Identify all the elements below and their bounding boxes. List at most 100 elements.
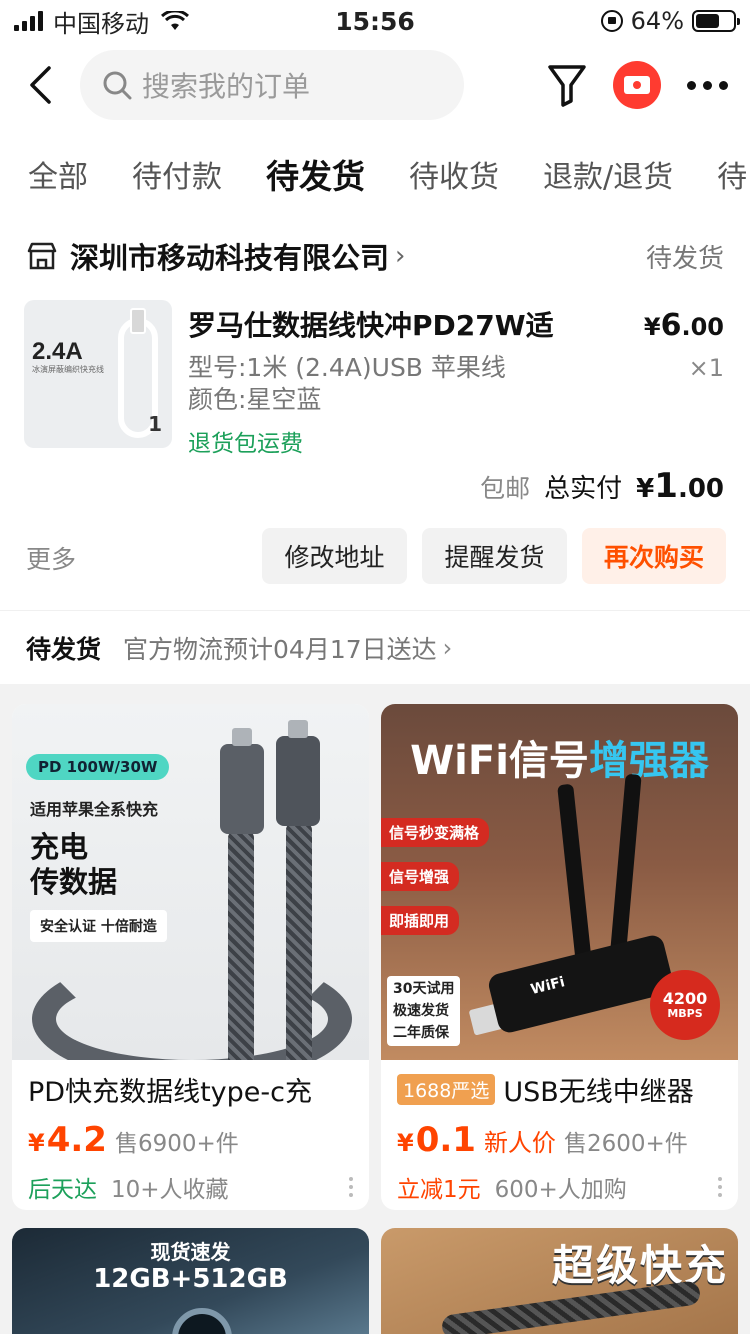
product-footer: 后天达 10+人收藏 — [28, 1170, 353, 1204]
total-currency: ¥ — [636, 474, 655, 504]
image-tag: 信号秒变满格 — [381, 818, 490, 847]
tab-pending-review[interactable]: 待 — [717, 152, 747, 196]
search-icon — [103, 71, 132, 100]
image-headline-a: WiFi信号 — [410, 738, 589, 784]
cable-graphic — [228, 830, 254, 1060]
signal-icon — [14, 11, 43, 31]
shop-row[interactable]: 深圳市移动科技有限公司 › 待发货 — [26, 234, 724, 278]
image-headline: WiFi信号增强器 — [381, 728, 738, 786]
speed-badge: 4200 MBPS — [650, 970, 720, 1040]
order-card: 深圳市移动科技有限公司 › 待发货 2.4A 冰演屏蔽编织快充线 1 罗马仕数据… — [0, 220, 750, 610]
filter-icon[interactable] — [547, 63, 587, 107]
image-text: 安全认证 十倍耐造 — [30, 910, 167, 942]
more-options-icon[interactable] — [687, 80, 728, 90]
product-spec-color: 颜色:星空蓝 — [188, 385, 322, 414]
thumb-text: 2.4A — [32, 338, 83, 365]
price-int: 6 — [660, 308, 682, 343]
remind-ship-button[interactable]: 提醒发货 — [422, 528, 567, 584]
back-button[interactable] — [0, 42, 80, 128]
more-options-icon[interactable] — [349, 1177, 353, 1197]
tab-all[interactable]: 全部 — [28, 152, 88, 196]
product-title-text: PD快充数据线type-c充 — [28, 1077, 312, 1108]
discount-tag: 立减1元 — [397, 1177, 481, 1203]
cart-count: 600+人加购 — [494, 1177, 627, 1203]
search-input[interactable]: 搜索我的订单 — [80, 50, 464, 120]
red-packet-icon[interactable] — [613, 61, 661, 109]
product-title: PD快充数据线type-c充 — [28, 1070, 312, 1109]
product-footer: 立减1元 600+人加购 — [397, 1170, 722, 1204]
logistics-text: 官方物流预计04月17日送达 — [123, 634, 437, 664]
more-options-icon[interactable] — [718, 1177, 722, 1197]
plug-graphic — [130, 308, 146, 334]
recommend-card[interactable]: WiFi信号增强器 信号秒变满格 信号增强 即插即用 WiFi 30天试用 极速… — [381, 704, 738, 1210]
product-image: PD 100W/30W 适用苹果全系快充 充电 传数据 安全认证 十倍耐造 — [12, 704, 369, 1060]
price-currency: ¥ — [643, 313, 661, 341]
rotation-lock-icon — [600, 10, 623, 32]
buy-again-button[interactable]: 再次购买 — [582, 528, 726, 584]
product-title-text: USB无线中继器 — [503, 1077, 694, 1108]
image-headline: 12GB+512GB — [93, 1264, 288, 1294]
tab-pending-receipt[interactable]: 待收货 — [409, 152, 499, 196]
product-price: ¥ 0.1 新人价 售2600+件 — [397, 1120, 688, 1160]
recommend-card[interactable]: 超级快充 — [381, 1228, 738, 1334]
product-title: 1688严选 USB无线中继器 — [397, 1070, 694, 1109]
speed-unit: MBPS — [667, 1006, 703, 1020]
chevron-right-icon: › — [442, 633, 453, 662]
image-tag: 即插即用 — [381, 906, 460, 935]
favorites-count: 10+人收藏 — [111, 1177, 229, 1203]
plug-graphic — [220, 728, 264, 834]
modify-address-button[interactable]: 修改地址 — [262, 528, 407, 584]
source-badge: 1688严选 — [397, 1074, 496, 1105]
thumb-number: 1 — [148, 412, 162, 436]
order-tabs: 全部 待付款 待发货 待收货 退款/退货 待 — [0, 128, 750, 220]
total-amount: ¥1.00 — [636, 466, 724, 506]
logistics-status: 待发货 — [26, 634, 102, 664]
image-text: 适用苹果全系快充 — [30, 800, 159, 819]
price-dec: .00 — [681, 313, 724, 341]
price-currency: ¥ — [397, 1129, 414, 1157]
new-user-price-label: 新人价 — [483, 1129, 556, 1157]
order-status: 待发货 — [645, 243, 724, 274]
recommend-card[interactable]: 现货速发 12GB+512GB — [12, 1228, 369, 1334]
thumb-subtext: 冰演屏蔽编织快充线 — [32, 365, 104, 374]
delivery-tag: 后天达 — [28, 1177, 97, 1203]
antenna-graphic — [557, 783, 593, 975]
carrier-label: 中国移动 — [53, 9, 149, 38]
camera-graphic — [172, 1308, 232, 1334]
clock: 15:56 — [335, 6, 415, 36]
product-price: ¥ 4.2 售6900+件 — [28, 1120, 239, 1160]
shipping-label: 包邮 — [480, 474, 531, 503]
header: 搜索我的订单 — [0, 42, 750, 128]
price-value: 4.2 — [46, 1120, 107, 1160]
product-spec-model: 型号:1米 (2.4A)USB 苹果线 — [188, 353, 506, 382]
status-bar: 中国移动 15:56 64% — [0, 0, 750, 42]
recommend-card[interactable]: PD 100W/30W 适用苹果全系快充 充电 传数据 安全认证 十倍耐造 PD… — [12, 704, 369, 1210]
device-label: WiFi — [529, 974, 567, 999]
shop-name: 深圳市移动科技有限公司 — [70, 241, 390, 275]
search-placeholder: 搜索我的订单 — [142, 70, 311, 103]
image-side-text: 30天试用 极速发货 二年质保 — [387, 976, 461, 1046]
tab-refund[interactable]: 退款/退货 — [543, 152, 673, 196]
wifi-icon — [161, 11, 189, 30]
tab-pending-shipment[interactable]: 待发货 — [266, 150, 365, 198]
total-dec: .00 — [677, 474, 724, 504]
image-text: 现货速发 — [150, 1240, 231, 1264]
cable-graphic — [286, 822, 312, 1060]
product-image: WiFi信号增强器 信号秒变满格 信号增强 即插即用 WiFi 30天试用 极速… — [381, 704, 738, 1060]
logistics-row[interactable]: 待发货 官方物流预计04月17日送达 › — [0, 610, 750, 684]
image-tag: 信号增强 — [381, 862, 460, 891]
chevron-right-icon: › — [395, 241, 406, 271]
total-label: 总实付 — [544, 474, 623, 504]
price-value: 0.1 — [415, 1120, 476, 1160]
chevron-left-icon — [30, 66, 51, 104]
image-pill: PD 100W/30W — [26, 754, 170, 780]
plug-graphic — [276, 720, 320, 826]
more-button[interactable]: 更多 — [26, 540, 76, 576]
product-title[interactable]: 罗马仕数据线快冲PD27W适 — [188, 304, 554, 344]
speed-value: 4200 — [662, 989, 708, 1009]
total-int: 1 — [654, 466, 678, 506]
tab-pending-payment[interactable]: 待付款 — [132, 152, 222, 196]
image-headline: 充电 传数据 — [30, 830, 118, 899]
product-thumbnail[interactable]: 2.4A 冰演屏蔽编织快充线 1 — [24, 300, 172, 448]
order-total: 包邮 总实付 ¥1.00 — [480, 466, 724, 506]
